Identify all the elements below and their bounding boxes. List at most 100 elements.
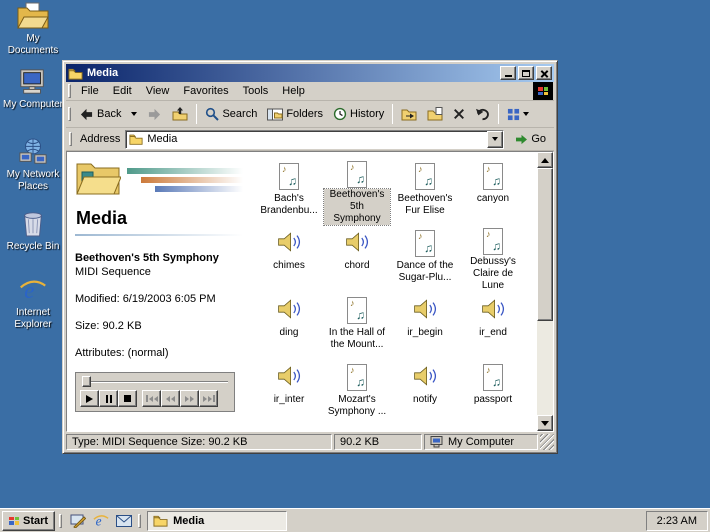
go-button[interactable]: Go — [509, 129, 552, 150]
rewind-button[interactable] — [161, 390, 180, 407]
folders-button[interactable]: Folders — [262, 102, 328, 126]
wav-speaker-icon — [480, 297, 506, 321]
quick-launch-grip[interactable] — [59, 514, 62, 528]
file-item[interactable] — [391, 426, 459, 431]
file-item[interactable]: Beethoven's 5th Symphony — [323, 158, 391, 225]
views-grid-icon — [507, 108, 520, 121]
file-label: ir_end — [477, 327, 509, 339]
menu-edit[interactable]: Edit — [106, 83, 139, 99]
menu-view[interactable]: View — [139, 83, 177, 99]
file-item[interactable]: chimes — [255, 225, 323, 292]
file-item[interactable] — [323, 426, 391, 431]
fast-forward-button[interactable] — [180, 390, 199, 407]
forward-button[interactable] — [142, 102, 167, 126]
status-zone: My Computer — [424, 434, 538, 450]
menu-grip[interactable] — [68, 84, 71, 98]
file-item[interactable]: chord — [323, 225, 391, 292]
scrollbar-track[interactable] — [537, 168, 553, 415]
search-button[interactable]: Search — [200, 102, 262, 126]
internet-explorer-quicklaunch-icon[interactable]: e — [91, 511, 111, 531]
banner-stripe — [141, 177, 243, 183]
status-type: Type: MIDI Sequence Size: 90.2 KB — [66, 434, 332, 450]
file-item[interactable]: passport — [459, 359, 527, 426]
desktop-icon-label: My Documents — [2, 33, 64, 57]
address-dropdown-button[interactable] — [487, 131, 503, 148]
skip-back-icon — [146, 395, 158, 402]
arrow-up-icon — [541, 158, 549, 163]
file-label: Beethoven's Fur Elise — [392, 193, 458, 217]
file-item[interactable]: Beethoven's Fur Elise — [391, 158, 459, 225]
undo-button[interactable] — [470, 102, 495, 126]
start-button[interactable]: Start — [2, 511, 55, 531]
file-item[interactable]: ir_end — [459, 292, 527, 359]
addressbar-grip[interactable] — [69, 132, 72, 146]
pause-button[interactable] — [99, 390, 118, 407]
back-button[interactable]: Back — [74, 102, 126, 126]
selected-file-modified: Modified: 6/19/2003 6:05 PM — [75, 293, 243, 305]
file-item[interactable]: Dance of the Sugar-Plu... — [391, 225, 459, 292]
desktop-icon-my-computer[interactable]: My Computer — [2, 68, 64, 111]
seek-slider[interactable] — [82, 376, 228, 387]
windows-logo-throbber — [533, 82, 553, 100]
menu-favorites[interactable]: Favorites — [176, 83, 235, 99]
toolbar-separator — [196, 104, 197, 124]
copy-to-button[interactable] — [422, 102, 448, 126]
file-item[interactable] — [255, 426, 323, 431]
file-item[interactable]: Bach's Brandenbu... — [255, 158, 323, 225]
my-computer-icon — [18, 68, 48, 96]
menu-file[interactable]: File — [74, 83, 106, 99]
file-item[interactable]: notify — [391, 359, 459, 426]
taskbar-grip[interactable] — [138, 514, 141, 528]
views-button[interactable] — [502, 102, 534, 126]
stop-button[interactable] — [118, 390, 137, 407]
back-dropdown-button[interactable] — [126, 102, 142, 126]
wav-speaker-icon — [344, 230, 370, 254]
maximize-button[interactable] — [518, 66, 534, 80]
file-label: ir_begin — [405, 327, 445, 339]
show-desktop-icon[interactable] — [68, 511, 88, 531]
vertical-scrollbar — [537, 152, 553, 431]
wav-speaker-icon — [276, 230, 302, 254]
toolbar-grip[interactable] — [68, 107, 71, 121]
file-item[interactable]: ir_begin — [391, 292, 459, 359]
menu-help[interactable]: Help — [275, 83, 312, 99]
resize-grip[interactable] — [540, 434, 554, 450]
next-button[interactable] — [199, 390, 218, 407]
file-item[interactable]: Mozart's Symphony ... — [323, 359, 391, 426]
taskbar-media-button[interactable]: Media — [147, 511, 287, 531]
previous-button[interactable] — [142, 390, 161, 407]
file-item[interactable]: ding — [255, 292, 323, 359]
file-item[interactable]: ir_inter — [255, 359, 323, 426]
file-item[interactable]: In the Hall of the Mount... — [323, 292, 391, 359]
desktop-icon-recycle-bin[interactable]: Recycle Bin — [2, 208, 64, 253]
file-item[interactable]: Debussy's Claire de Lune — [459, 225, 527, 292]
midi-file-icon — [415, 230, 435, 257]
taskbar-clock: 2:23 AM — [657, 515, 697, 527]
play-button[interactable] — [80, 390, 99, 407]
close-button[interactable] — [536, 66, 552, 80]
move-to-button[interactable] — [396, 102, 422, 126]
midi-file-icon — [347, 161, 367, 188]
desktop-icon-label: My Network Places — [2, 169, 64, 193]
scroll-down-button[interactable] — [537, 415, 553, 431]
scroll-up-button[interactable] — [537, 152, 553, 168]
delete-button[interactable] — [448, 102, 470, 126]
seek-thumb[interactable] — [82, 376, 91, 387]
desktop-icon-my-documents[interactable]: My Documents — [2, 2, 64, 57]
scrollbar-thumb[interactable] — [537, 168, 553, 321]
file-item[interactable]: canyon — [459, 158, 527, 225]
file-item[interactable] — [459, 426, 527, 431]
history-button[interactable]: History — [328, 102, 389, 126]
file-label: Debussy's Claire de Lune — [460, 256, 526, 292]
file-label: canyon — [475, 193, 511, 205]
desktop-icon-internet-explorer[interactable]: e Internet Explorer — [2, 276, 64, 331]
address-input[interactable]: Media — [125, 130, 504, 149]
menu-tools[interactable]: Tools — [236, 83, 276, 99]
up-button[interactable] — [167, 102, 193, 126]
title-bar[interactable]: Media — [66, 64, 554, 82]
minimize-button[interactable] — [500, 66, 516, 80]
folders-icon — [267, 108, 283, 121]
system-tray: 2:23 AM — [646, 511, 708, 531]
desktop-icon-my-network-places[interactable]: My Network Places — [2, 138, 64, 193]
outlook-express-quicklaunch-icon[interactable] — [114, 511, 134, 531]
